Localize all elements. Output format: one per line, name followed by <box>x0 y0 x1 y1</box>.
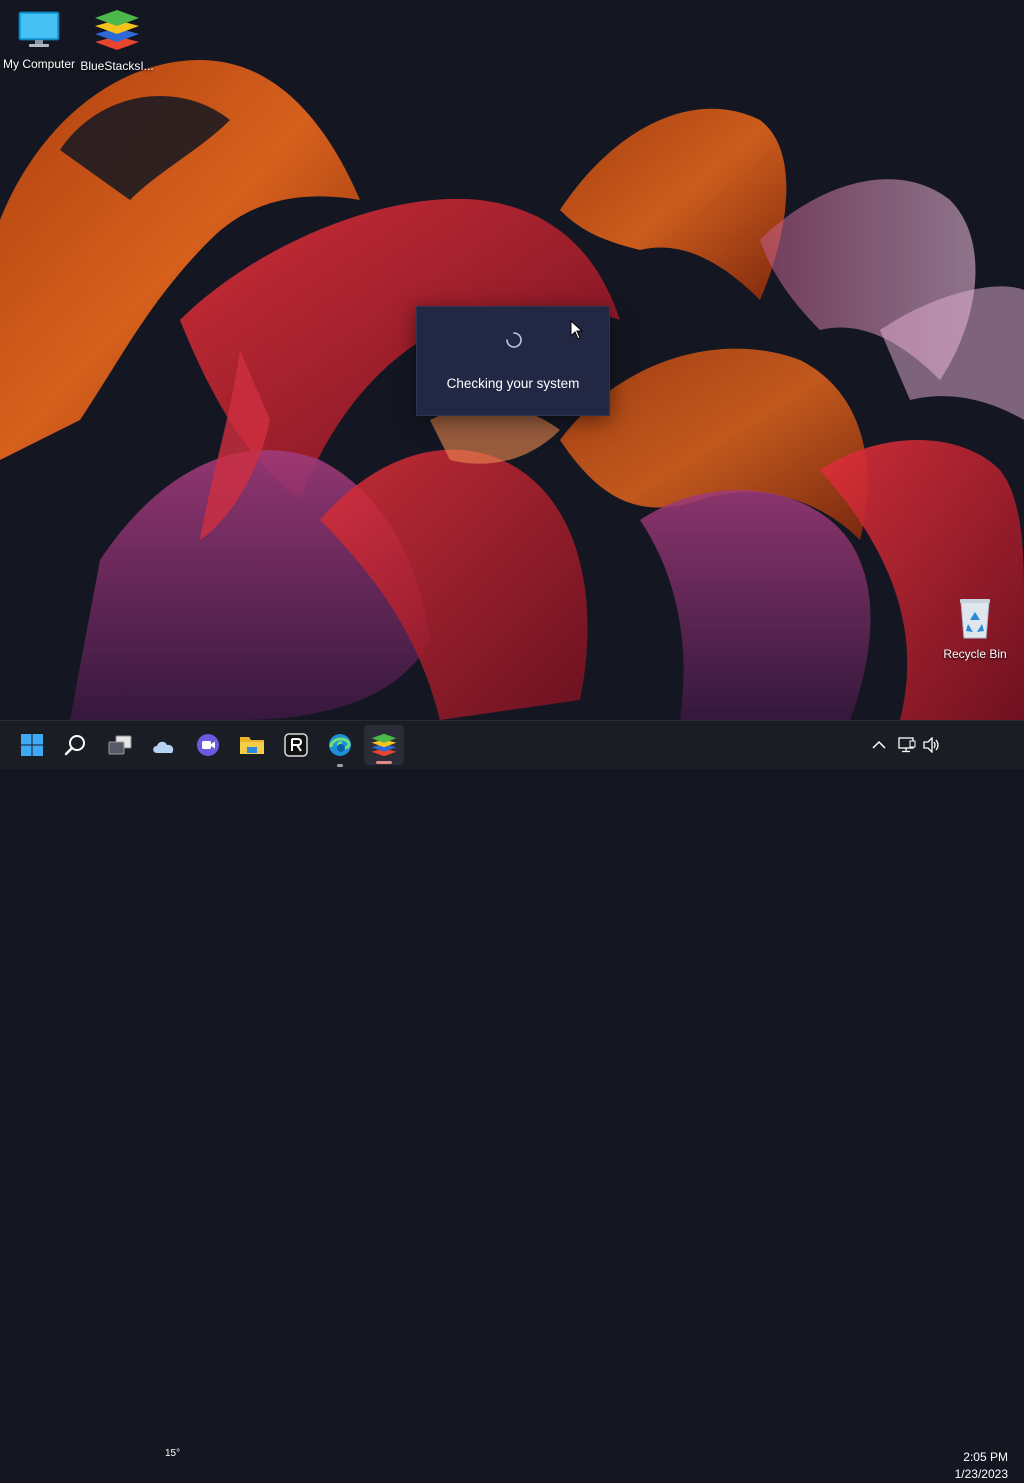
edge-browser-button[interactable] <box>320 721 360 769</box>
taskbar: 15° 2:05 PM 1/23/2023 <box>0 720 1024 1481</box>
r-app-button[interactable] <box>276 721 316 769</box>
desktop-icon-label: Recycle Bin <box>943 647 1007 661</box>
clock[interactable]: 2:05 PM 1/23/2023 <box>955 1449 1008 1483</box>
network-icon <box>898 737 916 753</box>
desktop-icon-my-computer[interactable]: My Computer <box>0 10 78 71</box>
edge-browser-icon <box>329 734 351 756</box>
start-button[interactable] <box>12 721 52 769</box>
widgets-button[interactable] <box>144 721 184 769</box>
running-indicator <box>337 764 343 767</box>
chat-button[interactable] <box>188 721 228 769</box>
speaker-icon <box>923 737 939 753</box>
show-hidden-icons-button[interactable] <box>864 721 894 769</box>
task-view-button[interactable] <box>100 721 140 769</box>
active-indicator <box>376 761 392 764</box>
r-app-icon <box>284 733 308 757</box>
task-view-icon <box>108 735 132 755</box>
windows-logo-icon <box>21 734 43 756</box>
desktop-icon-bluestacks[interactable]: BlueStacksI... <box>78 8 156 73</box>
mouse-cursor-icon <box>570 320 584 340</box>
network-button[interactable] <box>894 721 920 769</box>
file-explorer-button[interactable] <box>232 721 272 769</box>
folder-icon <box>240 737 264 754</box>
bluestacks-icon <box>371 733 397 757</box>
recycle-bin-icon <box>960 599 990 639</box>
monitor-icon <box>18 11 60 47</box>
chevron-up-icon <box>872 740 886 749</box>
video-camera-icon <box>197 734 219 756</box>
volume-button[interactable] <box>920 721 944 769</box>
bluestacks-taskbar-button[interactable] <box>364 725 404 765</box>
clock-time: 2:05 PM <box>963 1450 1008 1464</box>
desktop-icon-label: BlueStacksI... <box>80 59 154 73</box>
desktop-icon-label: My Computer <box>2 57 76 71</box>
weather-temperature: 15° <box>165 1448 181 1459</box>
clock-date: 1/23/2023 <box>954 1467 1008 1481</box>
loading-spinner-icon <box>506 332 522 348</box>
search-button[interactable] <box>56 721 96 769</box>
desktop-icon-recycle-bin[interactable]: Recycle Bin <box>936 596 1014 661</box>
bluestacks-icon <box>95 10 139 50</box>
weather-cloud-icon <box>153 741 174 753</box>
search-icon <box>64 735 85 756</box>
dialog-message: Checking your system <box>446 376 580 391</box>
